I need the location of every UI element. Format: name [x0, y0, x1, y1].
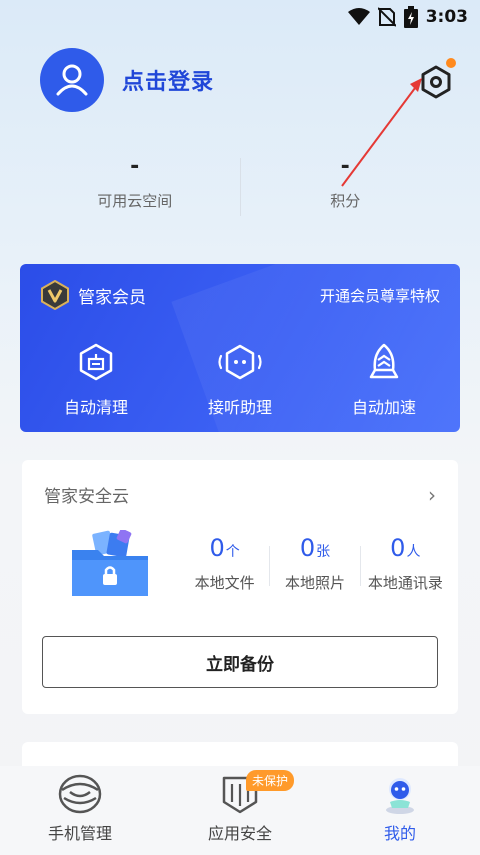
status-time: 3:03 [425, 7, 468, 27]
my-profile-icon [386, 778, 414, 814]
local-photos-label: 本地照片 [284, 574, 345, 592]
auto-clean-icon [79, 343, 113, 381]
nav-label: 应用安全 [207, 824, 272, 843]
auto-boost-icon [369, 343, 399, 379]
feature-label: 接听助理 [207, 398, 272, 417]
chevron-right-icon: › [428, 482, 436, 507]
vip-title: 管家会员 [78, 287, 146, 308]
security-cloud-card: 管家安全云 › 0个 本地文件 0张 本地照片 0人 本地通讯录 立即备份 [22, 460, 458, 714]
nav-my-profile[interactable]: 我的 [340, 772, 460, 844]
vip-badge-icon [41, 280, 69, 310]
security-cloud-title: 管家安全云 [44, 487, 129, 507]
wifi-icon [347, 8, 370, 25]
nav-phone-manage[interactable]: 手机管理 [20, 772, 140, 844]
security-cloud-header[interactable]: 管家安全云 › [44, 482, 436, 508]
local-contacts-count: 0 [390, 534, 406, 562]
call-assistant-icon [218, 344, 262, 380]
cloud-space-stat[interactable]: - 可用云空间 [30, 150, 240, 220]
points-stat[interactable]: - 积分 [241, 150, 451, 220]
local-photos-count: 0 [299, 534, 316, 562]
avatar[interactable] [40, 48, 104, 112]
count-unit: 人 [406, 544, 421, 560]
secure-folder-icon [72, 530, 148, 596]
local-contacts-stat[interactable]: 0人 本地通讯录 [361, 532, 450, 593]
status-bar: 3:03 [0, 0, 480, 34]
points-value: - [340, 154, 350, 179]
count-unit: 张 [316, 544, 331, 560]
local-files-label: 本地文件 [194, 574, 255, 592]
points-label: 积分 [330, 192, 361, 210]
nav-label: 我的 [383, 824, 416, 843]
local-photos-stat[interactable]: 0张 本地照片 [270, 532, 359, 593]
feature-auto-boost[interactable]: 自动加速 [324, 342, 444, 418]
phone-manage-icon [58, 774, 102, 814]
local-files-count: 0 [209, 534, 225, 562]
user-icon [56, 64, 88, 96]
cloud-space-value: - [130, 154, 140, 179]
unprotected-badge: 未保护 [246, 770, 295, 791]
backup-now-button[interactable]: 立即备份 [42, 636, 438, 688]
no-sim-icon [377, 7, 396, 27]
account-stats: - 可用云空间 - 积分 [30, 150, 450, 220]
hexagon-settings-icon [421, 65, 451, 99]
cloud-space-label: 可用云空间 [97, 192, 173, 210]
feature-call-assistant[interactable]: 接听助理 [180, 342, 300, 418]
settings-button[interactable] [418, 58, 456, 100]
nav-app-security[interactable]: 未保护 应用安全 [180, 770, 300, 844]
vip-promo-link[interactable]: 开通会员尊享特权 [320, 285, 440, 306]
local-contacts-label: 本地通讯录 [367, 574, 443, 592]
login-link[interactable]: 点击登录 [122, 64, 214, 96]
vip-card[interactable]: 管家会员 开通会员尊享特权 自动清理 接听助理 自动加速 [20, 264, 460, 432]
nav-label: 手机管理 [47, 824, 112, 843]
bottom-nav: 手机管理 未保护 应用安全 我的 [0, 766, 480, 855]
count-unit: 个 [225, 544, 240, 560]
feature-label: 自动加速 [351, 398, 416, 417]
feature-auto-clean[interactable]: 自动清理 [36, 342, 156, 418]
battery-icon [403, 6, 418, 28]
notification-dot [446, 58, 456, 68]
login-area[interactable]: 点击登录 [40, 48, 214, 112]
local-files-stat[interactable]: 0个 本地文件 [180, 532, 269, 593]
feature-label: 自动清理 [63, 398, 128, 417]
